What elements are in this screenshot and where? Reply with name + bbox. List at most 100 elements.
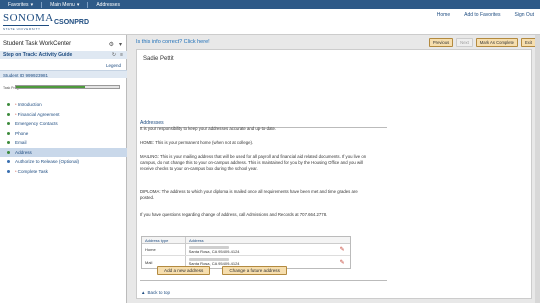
task-item[interactable]: Emergency Contacts (0, 119, 127, 129)
task-label-text: Emergency Contacts (15, 121, 58, 127)
task-label: Email (15, 140, 27, 145)
column-header-type: Address type (142, 237, 186, 243)
student-id-bar: Student ID 999923981 (0, 70, 127, 78)
task-item[interactable]: Phone (0, 129, 127, 139)
status-dot-icon (7, 122, 10, 126)
address-cell: Santa Rosa, CA 95409-4124 (186, 245, 335, 254)
favorites-menu[interactable]: Favorites ▾ (0, 2, 41, 8)
status-dot-icon (7, 160, 10, 164)
diploma-paragraph: DIPLOMA: The address to which your diplo… (140, 189, 358, 200)
task-item[interactable]: * Introduction (0, 100, 127, 110)
sign-out-link[interactable]: Sign Out (515, 12, 534, 18)
task-label: * Introduction (15, 102, 42, 107)
status-dot-icon (7, 112, 10, 116)
edit-icon[interactable]: ✎ (334, 259, 350, 266)
info-correct-link[interactable]: Is this info correct? Click here! (136, 39, 210, 45)
top-menu-bar: Favorites ▾ Main Menu ▾ Addresses (0, 0, 540, 9)
address-type-cell: Home (142, 244, 186, 255)
task-label-text: Complete Task (17, 168, 48, 174)
student-id: Student ID 999923981 (3, 72, 49, 78)
next-button[interactable]: Next (456, 38, 473, 47)
address-city: Santa Rosa, CA 95409-4124 (188, 248, 240, 254)
task-label: Phone (15, 131, 28, 136)
activity-guide-title: Step on Track: Activity Guide (3, 52, 73, 58)
questions-paragraph: If you have questions regarding change o… (140, 212, 328, 217)
change-address-button[interactable]: Change a future address (222, 266, 287, 275)
chevron-down-icon: ▾ (30, 1, 34, 8)
task-label-text: Financial Agreement (17, 111, 60, 117)
favorites-label: Favorites (8, 1, 29, 8)
intro-paragraph: It is your responsibility to keep your a… (140, 126, 277, 131)
status-dot-icon (7, 150, 10, 154)
breadcrumb-label: Addresses (96, 1, 120, 8)
edit-icon[interactable]: ✎ (334, 246, 350, 253)
arrow-up-icon: ▲ (141, 290, 146, 295)
task-progress-bar (15, 85, 120, 89)
address-table: Address type Address Home Santa Rosa, CA… (141, 236, 351, 269)
content-divider (140, 280, 387, 281)
task-label-text: Email (15, 140, 27, 146)
add-to-favorites-link[interactable]: Add to Favorites (464, 12, 500, 18)
guide-controls: ↻ ≡ (112, 52, 123, 58)
system-name: CSONPRD (54, 19, 90, 26)
task-list: * Introduction * Financial Agreement Emerg… (0, 100, 127, 176)
brand-header: SONOMA STATE UNIVERSITY CSONPRD Home Add… (0, 9, 540, 35)
university-logo: SONOMA STATE UNIVERSITY (3, 12, 54, 32)
main-menu[interactable]: Main Menu ▾ (42, 2, 87, 8)
task-item[interactable]: * Financial Agreement (0, 110, 127, 120)
logo-name: SONOMA (3, 12, 54, 24)
chevron-down-icon: ▾ (76, 1, 80, 8)
main-area: Is this info correct? Click here! Previo… (128, 35, 540, 303)
column-header-address: Address (189, 238, 204, 243)
legend-link[interactable]: Legend (106, 63, 121, 68)
exit-button[interactable]: Exit (521, 38, 536, 47)
task-label: * Complete Task (15, 169, 48, 174)
status-dot-icon (7, 103, 10, 107)
left-panel: Student Task WorkCenter ⚙ ▾ Step on Trac… (0, 35, 127, 303)
minimize-icon[interactable]: ▾ (119, 41, 122, 48)
status-dot-icon (7, 141, 10, 145)
task-label: * Financial Agreement (15, 112, 60, 117)
status-dot-icon (7, 131, 10, 135)
panel-controls: ⚙ ▾ (109, 41, 122, 48)
task-item[interactable]: Authorize to Release (Optional) (0, 157, 127, 167)
task-label: Authorize to Release (Optional) (15, 159, 79, 164)
table-header: Address type Address (142, 237, 350, 244)
task-item[interactable]: Email (0, 138, 127, 148)
student-name: Sadie Pettit (143, 56, 174, 62)
progress-fill (16, 86, 85, 88)
address-cell: Santa Rosa, CA 95409-4124 (186, 258, 335, 266)
menu-icon[interactable]: ≡ (120, 52, 123, 58)
back-to-top-link[interactable]: ▲ Back to top (141, 290, 170, 295)
home-paragraph: HOME: This is your permanent home (when … (140, 140, 254, 145)
header-links: Home Add to Favorites Sign Out (437, 12, 534, 18)
task-label: Address (15, 150, 32, 155)
previous-button[interactable]: Previous (428, 38, 454, 47)
table-row: Home Santa Rosa, CA 95409-4124 ✎ (142, 244, 350, 256)
page-scrollbar[interactable] (535, 35, 540, 303)
status-dot-icon (7, 169, 10, 173)
back-to-top-label: Back to top (147, 290, 170, 295)
content-panel: Sadie Pettit Addresses It is your respon… (136, 49, 532, 299)
main-menu-label: Main Menu (50, 1, 75, 8)
main-toolbar: Is this info correct? Click here! Previo… (128, 35, 540, 49)
logo-subtitle: STATE UNIVERSITY (3, 25, 49, 31)
gear-icon[interactable]: ⚙ (109, 41, 114, 48)
activity-guide-header: Step on Track: Activity Guide ↻ ≡ (0, 51, 127, 59)
add-address-button[interactable]: Add a new address (157, 266, 211, 275)
breadcrumb-addresses[interactable]: Addresses (88, 2, 128, 8)
mailing-paragraph: MAILING: This is your mailing address th… (140, 154, 367, 171)
task-label-text: Authorize to Release (Optional) (15, 159, 80, 165)
task-label: Emergency Contacts (15, 121, 58, 126)
mark-complete-button[interactable]: Mark As Complete (475, 38, 519, 47)
task-label-text: Introduction (17, 102, 42, 108)
home-link[interactable]: Home (437, 12, 450, 18)
task-label-text: Phone (15, 130, 29, 136)
nav-buttons: Previous Next Mark As Complete Exit (428, 38, 536, 47)
task-item[interactable]: * Complete Task (0, 167, 127, 177)
refresh-icon[interactable]: ↻ (112, 52, 116, 58)
task-label-text: Address (15, 149, 32, 155)
task-item[interactable]: Address (0, 147, 127, 157)
workcenter-title: Student Task WorkCenter (3, 41, 72, 47)
address-actions: Add a new address Change a future addres… (157, 266, 287, 275)
